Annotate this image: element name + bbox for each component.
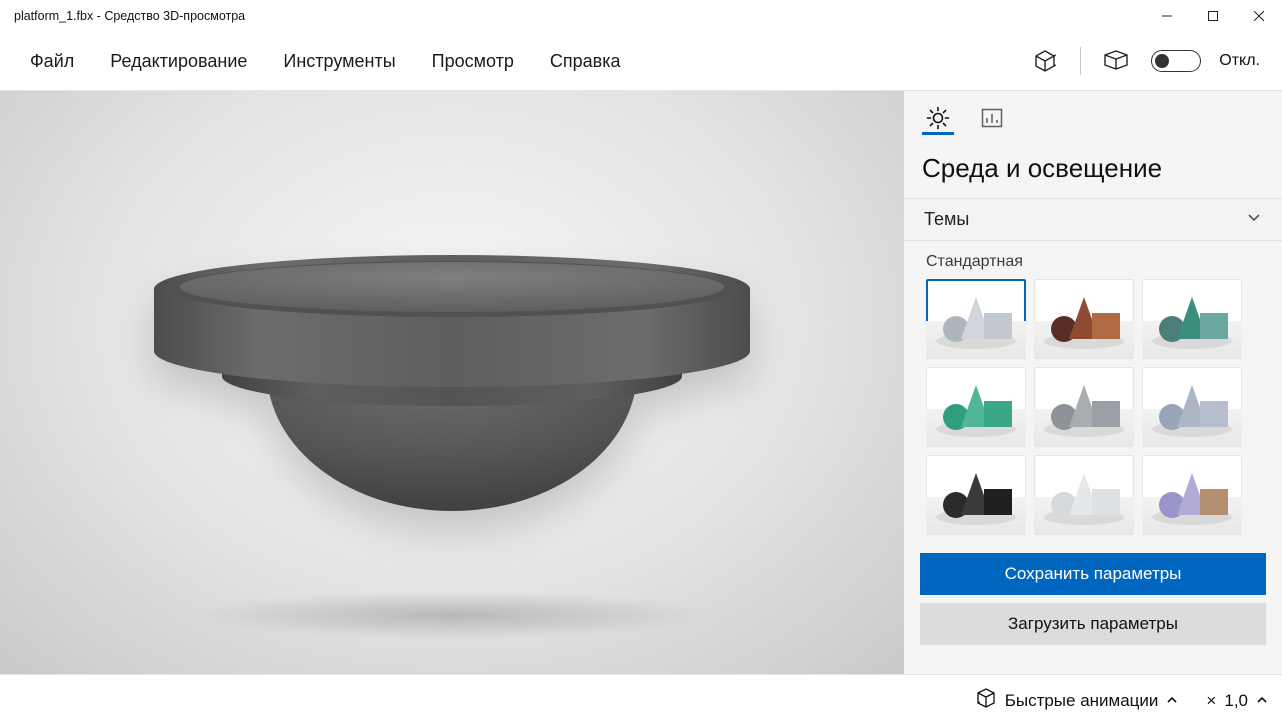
model-3d bbox=[132, 201, 772, 541]
themes-header-label: Темы bbox=[924, 209, 969, 230]
tab-environment[interactable] bbox=[922, 105, 954, 135]
theme-tile-bluegrey[interactable] bbox=[1142, 367, 1242, 447]
themes-caption: Стандартная bbox=[926, 253, 1264, 271]
theme-tile-light[interactable] bbox=[1034, 455, 1134, 535]
divider bbox=[1080, 47, 1081, 75]
side-panel: Среда и освещение Темы Стандартная bbox=[904, 91, 1282, 674]
theme-tile-violet[interactable] bbox=[1142, 455, 1242, 535]
theme-tile-warm[interactable] bbox=[1034, 279, 1134, 359]
viewport-3d[interactable] bbox=[0, 91, 904, 674]
zoom-prefix: × bbox=[1206, 691, 1216, 711]
chevron-up-icon bbox=[1166, 691, 1178, 711]
theme-tile-green[interactable] bbox=[926, 367, 1026, 447]
panel-tabs bbox=[904, 91, 1282, 135]
load-parameters-button[interactable]: Загрузить параметры bbox=[920, 603, 1266, 645]
panel-title: Среда и освещение bbox=[904, 135, 1282, 198]
tab-stats[interactable] bbox=[976, 105, 1008, 135]
menu-tools[interactable]: Инструменты bbox=[265, 45, 413, 78]
menu-file[interactable]: Файл bbox=[12, 45, 92, 78]
maximize-button[interactable] bbox=[1190, 0, 1236, 32]
chevron-down-icon bbox=[1246, 209, 1262, 230]
theme-tile-default[interactable] bbox=[926, 279, 1026, 359]
chevron-up-icon bbox=[1256, 691, 1268, 711]
menu-edit[interactable]: Редактирование bbox=[92, 45, 265, 78]
theme-tile-dark[interactable] bbox=[926, 455, 1026, 535]
minimize-button[interactable] bbox=[1144, 0, 1190, 32]
ground-shadow bbox=[192, 591, 712, 639]
cube-wire-icon bbox=[975, 687, 997, 714]
theme-tile-grey[interactable] bbox=[1034, 367, 1134, 447]
cube-3d-icon[interactable] bbox=[1028, 44, 1062, 78]
mixed-reality-icon[interactable] bbox=[1099, 44, 1133, 78]
quick-animations-label: Быстрые анимации bbox=[1005, 691, 1159, 711]
toggle-label: Откл. bbox=[1219, 52, 1260, 70]
menu-bar: Файл Редактирование Инструменты Просмотр… bbox=[0, 32, 1282, 91]
window-title: platform_1.fbx - Средство 3D-просмотра bbox=[0, 9, 245, 23]
save-parameters-button[interactable]: Сохранить параметры bbox=[920, 553, 1266, 595]
close-button[interactable] bbox=[1236, 0, 1282, 32]
theme-tile-teal[interactable] bbox=[1142, 279, 1242, 359]
zoom-control[interactable]: × 1,0 bbox=[1206, 691, 1268, 711]
quick-animations-control[interactable]: Быстрые анимации bbox=[975, 687, 1179, 714]
themes-accordion-header[interactable]: Темы bbox=[904, 198, 1282, 241]
menu-help[interactable]: Справка bbox=[532, 45, 639, 78]
zoom-value: 1,0 bbox=[1224, 691, 1248, 711]
menu-view[interactable]: Просмотр bbox=[414, 45, 532, 78]
title-bar: platform_1.fbx - Средство 3D-просмотра bbox=[0, 0, 1282, 32]
status-bar: Быстрые анимации × 1,0 bbox=[0, 674, 1282, 726]
mixed-reality-toggle[interactable] bbox=[1151, 50, 1201, 72]
theme-grid bbox=[926, 279, 1264, 535]
